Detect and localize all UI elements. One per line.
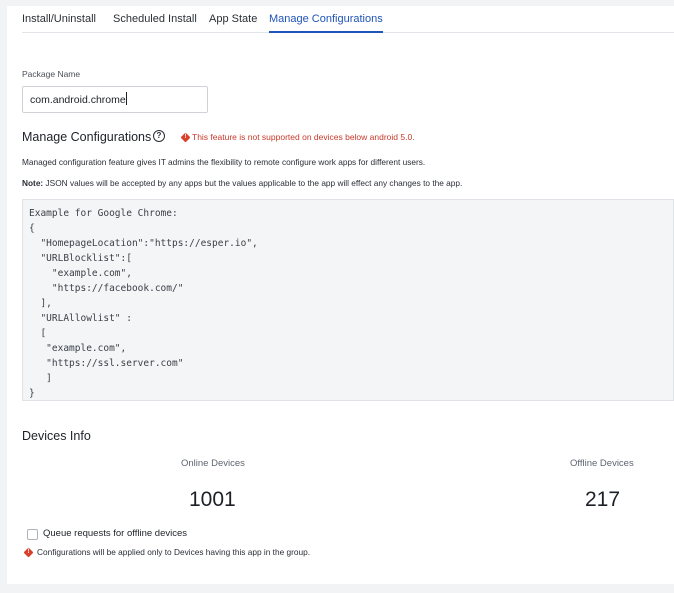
- online-devices-count: 1001: [189, 488, 236, 511]
- queue-requests-label[interactable]: Queue requests for offline devices: [43, 528, 187, 539]
- code-line: "example.com",: [29, 343, 127, 354]
- note-label: Note:: [22, 178, 44, 188]
- warning-icon: !: [180, 132, 191, 143]
- code-line: ]: [29, 373, 52, 384]
- package-name-input[interactable]: com.android.chrome: [22, 86, 208, 113]
- offline-devices-label: Offline Devices: [570, 458, 634, 469]
- manage-configurations-title: Manage Configurations: [22, 130, 152, 144]
- devices-info-title: Devices Info: [22, 429, 91, 443]
- help-circle-icon[interactable]: ?: [153, 130, 165, 142]
- tab-app-state[interactable]: App State: [209, 13, 257, 25]
- app-panel: Install/Uninstall Scheduled Install App …: [7, 6, 674, 584]
- code-line: Example for Google Chrome:: [29, 208, 178, 219]
- code-line: "example.com",: [29, 268, 132, 279]
- code-line: ],: [29, 298, 52, 309]
- code-line: {: [29, 223, 35, 234]
- tab-bar: Install/Uninstall Scheduled Install App …: [22, 6, 674, 33]
- package-name-value: com.android.chrome: [30, 94, 126, 106]
- warning-icon: !: [23, 547, 34, 558]
- code-line: }: [29, 388, 35, 399]
- code-line: [: [29, 328, 47, 339]
- code-line: "https://ssl.server.com": [29, 358, 184, 369]
- json-note: Note: JSON values will be accepted by an…: [22, 178, 462, 188]
- code-line: "URLAllowlist" :: [29, 313, 132, 324]
- tab-scheduled-install[interactable]: Scheduled Install: [113, 13, 197, 25]
- config-description: Managed configuration feature gives IT a…: [22, 157, 426, 167]
- tab-manage-configurations[interactable]: Manage Configurations: [269, 13, 383, 33]
- offline-devices-count: 217: [585, 488, 621, 511]
- json-config-editor[interactable]: Example for Google Chrome: { "HomepageLo…: [22, 199, 674, 401]
- online-devices-label: Online Devices: [181, 458, 245, 469]
- configuration-scope-warning: Configurations will be applied only to D…: [37, 547, 311, 557]
- queue-requests-checkbox[interactable]: [27, 529, 38, 540]
- code-line: "HomepageLocation":"https://esper.io",: [29, 238, 258, 249]
- package-name-label: Package Name: [22, 69, 81, 79]
- code-line: "https://facebook.com/": [29, 283, 184, 294]
- tab-install-uninstall[interactable]: Install/Uninstall: [22, 13, 96, 25]
- note-text: JSON values will be accepted by any apps…: [43, 178, 463, 188]
- android-version-warning: This feature is not supported on devices…: [192, 132, 415, 142]
- code-line: "URLBlocklist":[: [29, 253, 132, 264]
- text-caret: [125, 92, 127, 105]
